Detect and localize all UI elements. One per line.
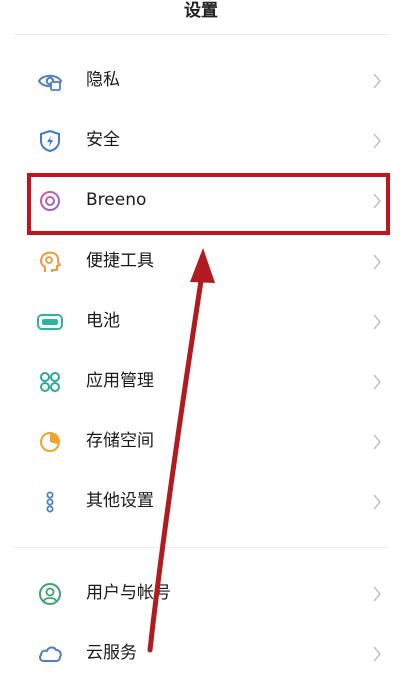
chevron-right-icon (373, 646, 382, 662)
settings-item-other-settings[interactable]: 其他设置 (0, 472, 402, 532)
chevron-right-icon (373, 494, 382, 510)
security-shield-icon (40, 129, 60, 153)
privacy-eye-icon (37, 74, 63, 91)
settings-item-privacy[interactable]: 隐私 (0, 51, 402, 111)
chevron-right-icon (373, 133, 382, 149)
settings-item-label: 电池 (86, 311, 120, 331)
battery-icon (37, 314, 63, 330)
highlight-box (27, 173, 390, 235)
settings-item-battery[interactable]: 电池 (0, 292, 402, 352)
chevron-right-icon (373, 434, 382, 450)
other-settings-icon (46, 491, 54, 513)
settings-item-label: 用户与帐号 (86, 583, 171, 603)
chevron-right-icon (373, 314, 382, 330)
settings-item-convenience-tools[interactable]: 便捷工具 (0, 232, 402, 292)
settings-item-security[interactable]: 安全 (0, 111, 402, 171)
settings-item-user-account[interactable]: 用户与帐号 (0, 564, 402, 624)
section-divider (14, 547, 388, 548)
cloud-service-icon (39, 646, 62, 662)
chevron-right-icon (373, 73, 382, 89)
settings-item-storage[interactable]: 存储空间 (0, 412, 402, 472)
settings-item-label: 云服务 (86, 643, 137, 663)
settings-item-cloud-service[interactable]: 云服务 (0, 624, 402, 684)
convenience-tool-icon (40, 251, 61, 272)
app-management-icon (40, 372, 60, 392)
settings-item-app-management[interactable]: 应用管理 (0, 352, 402, 412)
settings-item-label: 安全 (86, 130, 120, 150)
user-account-icon (39, 583, 61, 605)
settings-item-label: 存储空间 (86, 431, 154, 451)
settings-item-label: 便捷工具 (86, 251, 154, 271)
settings-item-label: 应用管理 (86, 371, 154, 391)
page-title: 设置 (184, 1, 218, 21)
settings-item-label: 隐私 (86, 70, 120, 90)
settings-item-label: 其他设置 (86, 491, 154, 511)
chevron-right-icon (373, 254, 382, 270)
chevron-right-icon (373, 374, 382, 390)
top-divider (14, 34, 388, 35)
storage-icon (40, 432, 60, 452)
chevron-right-icon (373, 586, 382, 602)
